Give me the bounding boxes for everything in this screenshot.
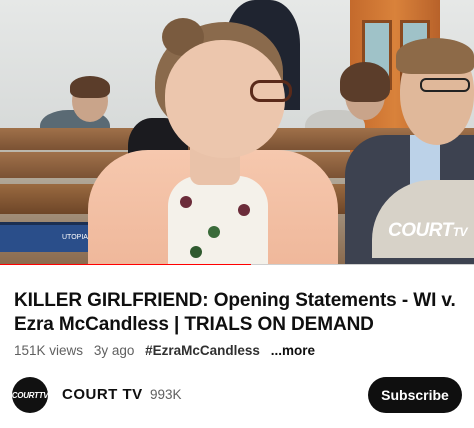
video-meta: 151K views 3y ago #EzraMcCandless ...mor…	[14, 343, 322, 358]
attorney-glasses	[420, 78, 470, 92]
background-person-hair	[70, 76, 110, 98]
subscriber-count: 993K	[150, 387, 182, 402]
hashtag-link[interactable]: #EzraMcCandless	[145, 343, 260, 358]
more-button[interactable]: ...more	[271, 343, 315, 358]
defendant-blouse	[168, 176, 268, 265]
progress-bar[interactable]	[0, 264, 474, 265]
video-title: KILLER GIRLFRIEND: Opening Statements - …	[14, 290, 456, 335]
court-tv-watermark: COURTTV	[388, 220, 468, 241]
subscribe-button[interactable]: Subscribe	[368, 377, 462, 413]
monitor-label: UTOPIA	[62, 234, 88, 241]
progress-bar-fill	[0, 264, 252, 265]
background-person-hair	[340, 62, 390, 102]
upload-age: 3y ago	[93, 343, 135, 358]
view-count: 151K views	[14, 343, 84, 358]
blouse-flower	[190, 246, 202, 258]
channel-name[interactable]: COURT TV	[62, 386, 143, 403]
blouse-flower	[208, 226, 220, 238]
avatar-logo-text: COURTTV	[12, 390, 48, 400]
blouse-flower	[180, 196, 192, 208]
video-player[interactable]: UTOPIA COURTTV	[0, 0, 474, 265]
defendant-glasses	[250, 80, 292, 102]
attorney-hair	[396, 38, 474, 74]
avatar[interactable]: COURTTV	[12, 377, 48, 413]
channel-row: COURTTV COURT TV 993K Subscribe	[12, 377, 464, 413]
blouse-flower	[238, 204, 250, 216]
